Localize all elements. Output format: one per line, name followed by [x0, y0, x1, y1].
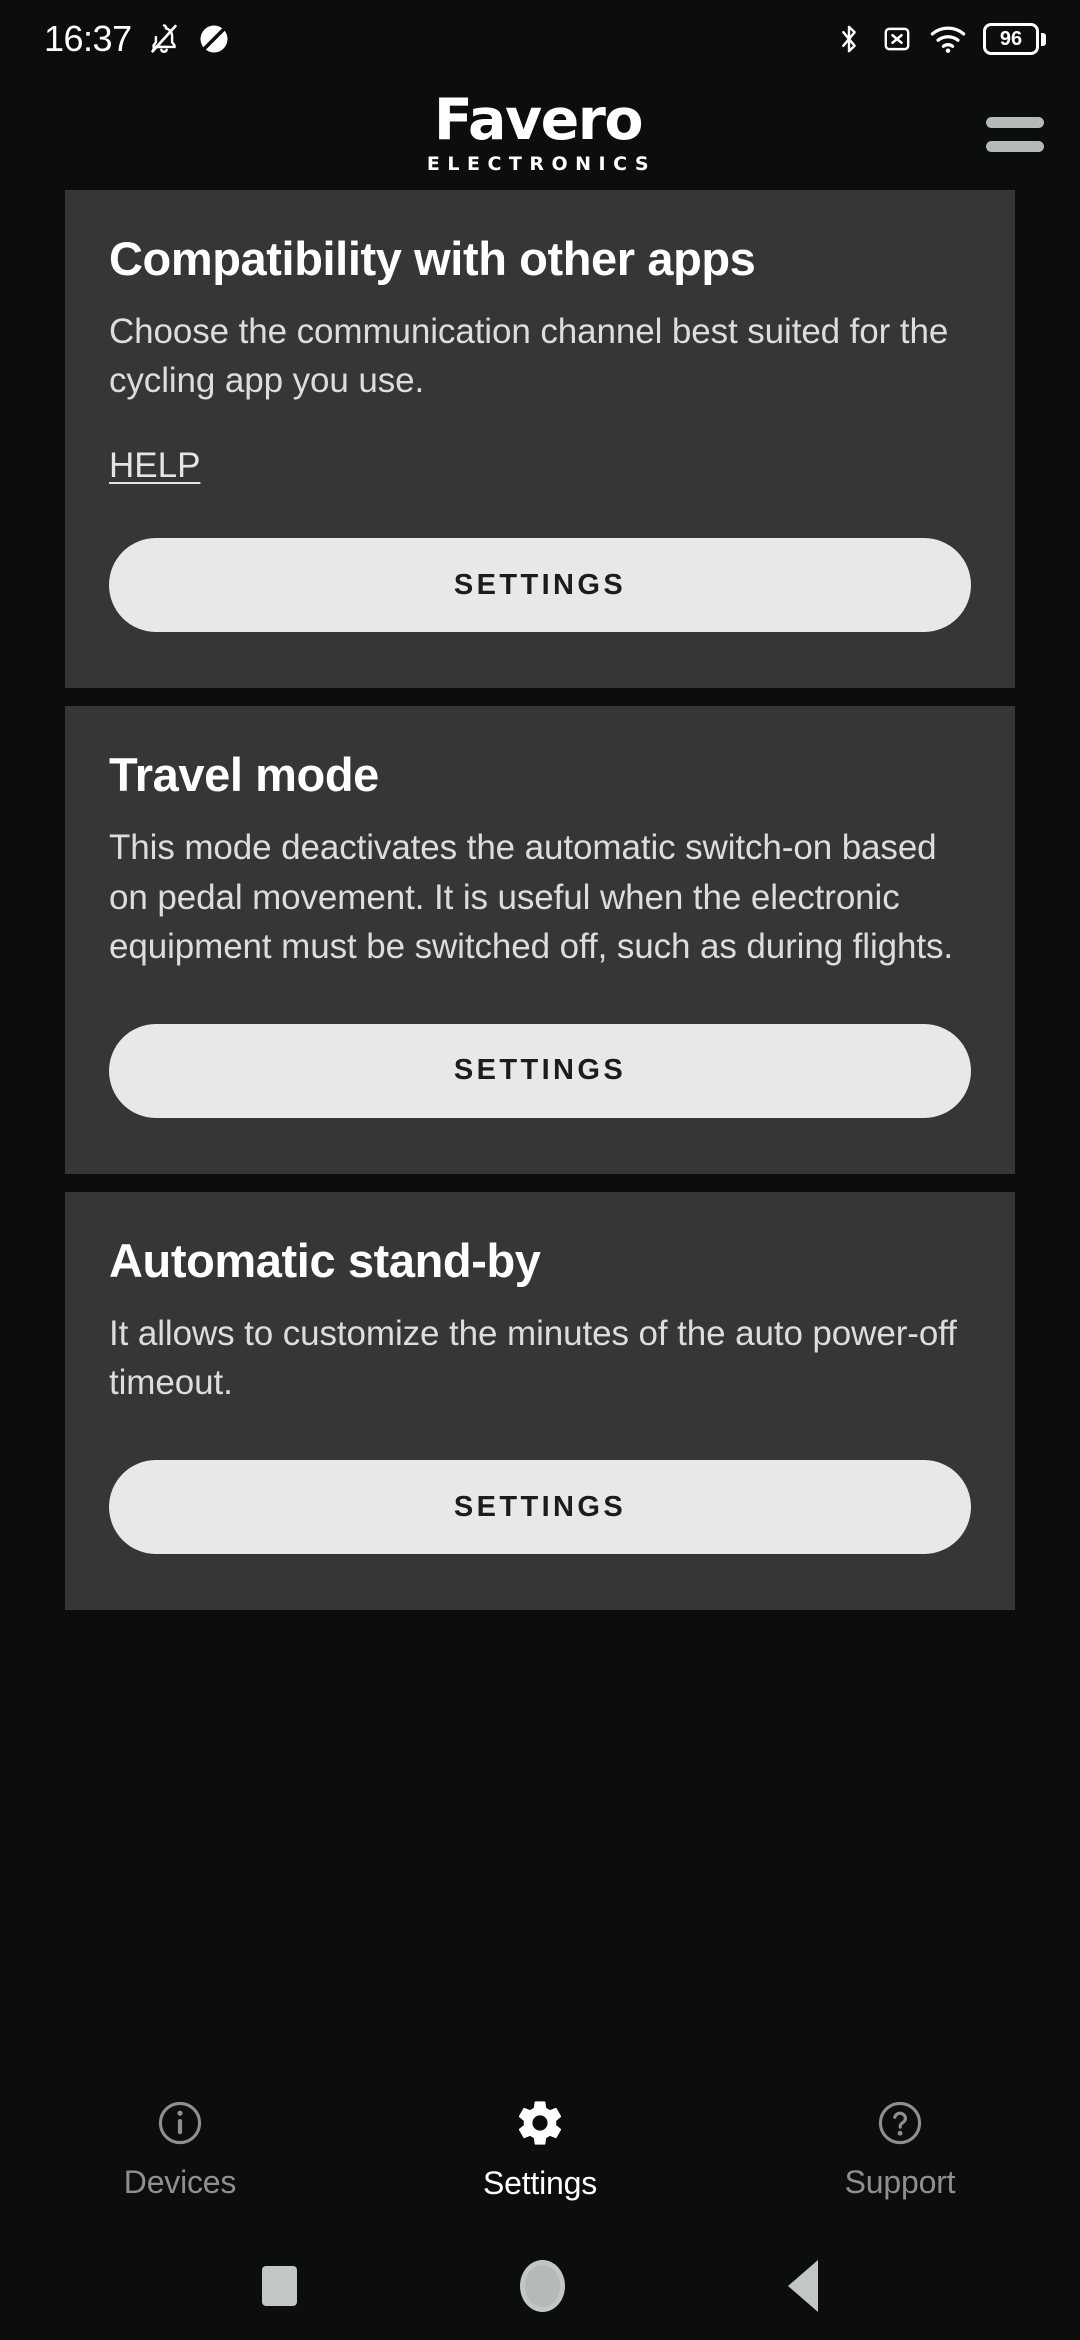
- card-automatic-standby: Automatic stand-by It allows to customiz…: [65, 1191, 1015, 1611]
- dnd-icon: [200, 25, 228, 53]
- android-system-navigation: [0, 2232, 1080, 2340]
- settings-card-list: Compatibility with other apps Choose the…: [0, 190, 1080, 2074]
- nav-item-support[interactable]: Support: [720, 2098, 1080, 2201]
- nav-item-devices[interactable]: Devices: [0, 2098, 360, 2201]
- card-compatibility: Compatibility with other apps Choose the…: [65, 190, 1015, 689]
- notifications-muted-icon: [150, 24, 177, 53]
- brand-logo: Favero ELECTRONICS: [420, 87, 657, 175]
- menu-bar-top: [986, 116, 1044, 128]
- card-travel-mode: Travel mode This mode deactivates the au…: [65, 706, 1015, 1174]
- nav-label-support: Support: [844, 2163, 956, 2200]
- square-recents-icon[interactable]: [261, 2266, 297, 2306]
- card-body: Choose the communication channel best su…: [109, 311, 949, 401]
- card-title: Travel mode: [109, 748, 379, 802]
- nav-label-settings: Settings: [482, 2164, 598, 2201]
- gear-icon: [518, 2100, 562, 2145]
- circle-home-icon[interactable]: [519, 2260, 565, 2312]
- bluetooth-icon: [842, 25, 856, 53]
- battery-icon: 96: [983, 23, 1046, 55]
- card-body: This mode deactivates the automatic swit…: [109, 827, 954, 967]
- card-title: Compatibility with other apps: [109, 232, 756, 285]
- menu-bar-bottom: [986, 140, 1044, 152]
- app-screen: 16:37 96 Favero ELECTRONICS Compatibilit…: [0, 0, 1080, 2340]
- card-body: It allows to customize the minutes of th…: [109, 1313, 957, 1403]
- status-time: 16:37: [44, 18, 132, 59]
- app-header: Favero ELECTRONICS: [0, 78, 1080, 190]
- hamburger-menu-icon[interactable]: [972, 108, 1044, 160]
- status-bar: 16:37 96: [0, 0, 1080, 78]
- nav-label-devices: Devices: [123, 2163, 237, 2200]
- brand-subtitle: ELECTRONICS: [426, 152, 657, 175]
- triangle-back-icon[interactable]: [788, 2260, 819, 2312]
- status-bar-right: 96: [834, 22, 1046, 56]
- card-title: Automatic stand-by: [109, 1233, 541, 1287]
- settings-button[interactable]: SETTINGS: [109, 1023, 971, 1118]
- brand-wordmark: Favero: [433, 87, 644, 154]
- wifi-icon: [930, 26, 966, 53]
- status-bar-left: 16:37: [44, 21, 232, 57]
- no-sim-icon: [884, 27, 910, 51]
- question-circle-icon: [878, 2101, 922, 2144]
- nav-item-settings[interactable]: Settings: [360, 2097, 720, 2202]
- bottom-navigation-bar: Devices Settings Support: [0, 2074, 1080, 2232]
- help-link[interactable]: HELP: [109, 446, 200, 486]
- info-circle-icon: [158, 2101, 202, 2144]
- settings-button[interactable]: SETTINGS: [109, 538, 971, 633]
- settings-button[interactable]: SETTINGS: [109, 1460, 971, 1555]
- battery-level-text: 96: [999, 28, 1023, 50]
